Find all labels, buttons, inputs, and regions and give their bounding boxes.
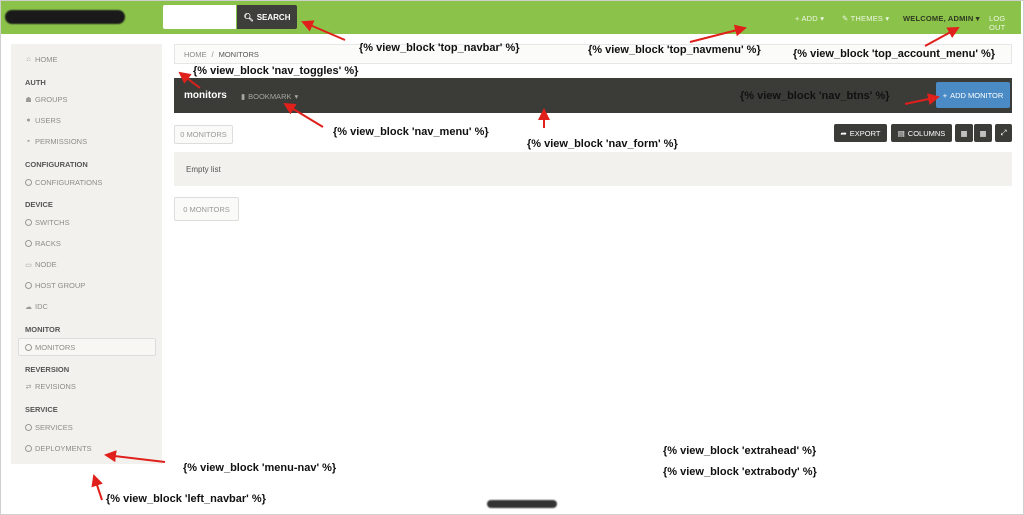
annotation-arrows xyxy=(91,20,960,501)
annotation-nav-btns: {% view_block 'nav_btns' %} xyxy=(740,90,890,102)
annotation-left-navbar: {% view_block 'left_navbar' %} xyxy=(106,493,266,505)
arrow-top-navbar xyxy=(301,20,346,41)
arrow-nav-menu xyxy=(283,102,324,128)
annotation-top-navmenu: {% view_block 'top_navmenu' %} xyxy=(588,44,761,56)
annotation-top-navbar: {% view_block 'top_navbar' %} xyxy=(359,42,520,54)
annotation-nav-menu: {% view_block 'nav_menu' %} xyxy=(333,126,489,138)
arrow-menu-nav xyxy=(104,450,166,463)
arrow-nav-btns xyxy=(904,93,940,105)
arrow-top-account-menu xyxy=(924,27,960,47)
annotation-nav-toggles: {% view_block 'nav_toggles' %} xyxy=(193,65,359,77)
annotation-top-account-menu: {% view_block 'top_account_menu' %} xyxy=(793,48,996,60)
annotation-menu-nav: {% view_block 'menu-nav' %} xyxy=(183,462,337,474)
annotation-extrahead: {% view_block 'extrahead' %} xyxy=(663,445,817,457)
arrow-left-navbar xyxy=(91,474,103,501)
annotation-extrabody: {% view_block 'extrabody' %} xyxy=(663,466,817,478)
annotation-nav-form: {% view_block 'nav_form' %} xyxy=(527,138,678,150)
arrow-top-navmenu xyxy=(689,24,747,43)
